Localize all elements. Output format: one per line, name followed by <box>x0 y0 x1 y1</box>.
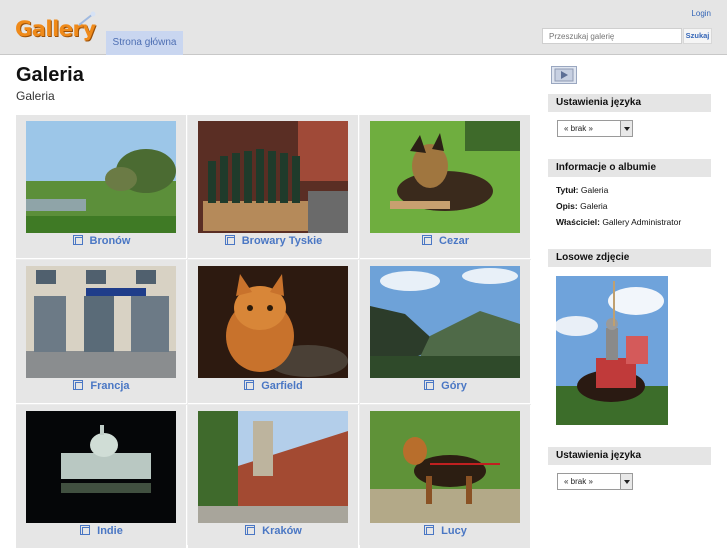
info-desc-value: Galeria <box>580 201 608 211</box>
page-title: Galeria <box>16 64 84 86</box>
logo-sparkle-icon <box>78 11 96 26</box>
album-thumbnail[interactable] <box>198 266 348 378</box>
album-item[interactable]: Kraków <box>188 405 359 549</box>
album-thumbnail[interactable] <box>370 411 520 523</box>
album-icon <box>422 235 433 245</box>
album-icon <box>72 235 83 245</box>
info-title-row: Tytuł: Galeria <box>556 185 608 195</box>
thumbnail-image <box>198 266 348 378</box>
login-link[interactable]: Login <box>691 9 711 18</box>
info-owner-value: Gallery Administrator <box>602 217 682 227</box>
album-label[interactable]: Cezar <box>360 235 531 247</box>
album-icon <box>245 525 256 535</box>
info-owner-label: Właściciel: <box>556 217 600 227</box>
language-select-value: « brak » <box>564 477 593 486</box>
album-label[interactable]: Francja <box>16 380 187 392</box>
album-item[interactable]: Indie <box>16 405 187 549</box>
gallery-logo[interactable]: Gallery <box>15 9 96 49</box>
album-item[interactable]: Góry <box>360 260 531 404</box>
album-item[interactable]: Garfield <box>188 260 359 404</box>
tab-home[interactable]: Strona główna <box>106 31 183 55</box>
thumbnail-image <box>370 266 520 378</box>
search-button[interactable]: Szukaj <box>683 28 712 44</box>
thumbnail-image <box>26 266 176 378</box>
album-icon <box>224 235 235 245</box>
album-thumbnail[interactable] <box>198 411 348 523</box>
album-thumbnail[interactable] <box>26 411 176 523</box>
album-icon <box>244 380 255 390</box>
album-label[interactable]: Kraków <box>188 525 359 537</box>
thumbnail-image <box>198 411 348 523</box>
language-select[interactable]: « brak » <box>557 120 633 137</box>
random-photo-image <box>556 276 668 425</box>
album-label[interactable]: Lucy <box>360 525 531 537</box>
info-title-value: Galeria <box>580 185 609 195</box>
album-item[interactable]: Bronów <box>16 115 187 259</box>
album-icon <box>424 380 435 390</box>
album-item[interactable]: Cezar <box>360 115 531 259</box>
select-arrow-icon[interactable] <box>620 474 632 489</box>
info-desc-row: Opis: Galeria <box>556 201 608 211</box>
search-input[interactable] <box>542 28 682 44</box>
header: Gallery Strona główna Login Szukaj <box>0 0 727 55</box>
album-thumbnail[interactable] <box>26 266 176 378</box>
play-glyph-icon <box>554 68 574 82</box>
album-icon <box>80 525 91 535</box>
language-settings-heading-2: Ustawienia języka <box>548 447 711 465</box>
page-subtitle: Galeria <box>16 89 55 103</box>
language-select-value: « brak » <box>564 124 593 133</box>
album-label[interactable]: Bronów <box>16 235 187 247</box>
album-item[interactable]: Browary Tyskie <box>188 115 359 259</box>
album-label[interactable]: Indie <box>16 525 187 537</box>
album-label[interactable]: Garfield <box>188 380 359 392</box>
album-thumbnail[interactable] <box>370 121 520 233</box>
album-label[interactable]: Browary Tyskie <box>188 235 359 247</box>
thumbnail-image <box>198 121 348 233</box>
select-arrow-icon[interactable] <box>620 121 632 136</box>
thumbnail-image <box>26 121 176 233</box>
thumbnail-image <box>370 121 520 233</box>
album-info-heading: Informacje o albumie <box>548 159 711 177</box>
thumbnail-image <box>370 411 520 523</box>
info-title-label: Tytuł: <box>556 185 579 195</box>
album-grid: Bronów Browary Tyskie Cezar Francja Garf… <box>16 115 531 549</box>
info-desc-label: Opis: <box>556 201 578 211</box>
thumbnail-image <box>26 411 176 523</box>
language-select-2[interactable]: « brak » <box>557 473 633 490</box>
slideshow-icon[interactable] <box>551 66 577 84</box>
album-label[interactable]: Góry <box>360 380 531 392</box>
album-icon <box>424 525 435 535</box>
album-thumbnail[interactable] <box>370 266 520 378</box>
random-photo-heading: Losowe zdjęcie <box>548 249 711 267</box>
language-settings-heading: Ustawienia języka <box>548 94 711 112</box>
album-item[interactable]: Francja <box>16 260 187 404</box>
album-thumbnail[interactable] <box>26 121 176 233</box>
album-item[interactable]: Lucy <box>360 405 531 549</box>
album-icon <box>73 380 84 390</box>
random-photo[interactable] <box>556 276 668 425</box>
album-thumbnail[interactable] <box>198 121 348 233</box>
info-owner-row: Właściciel: Gallery Administrator <box>556 217 681 227</box>
